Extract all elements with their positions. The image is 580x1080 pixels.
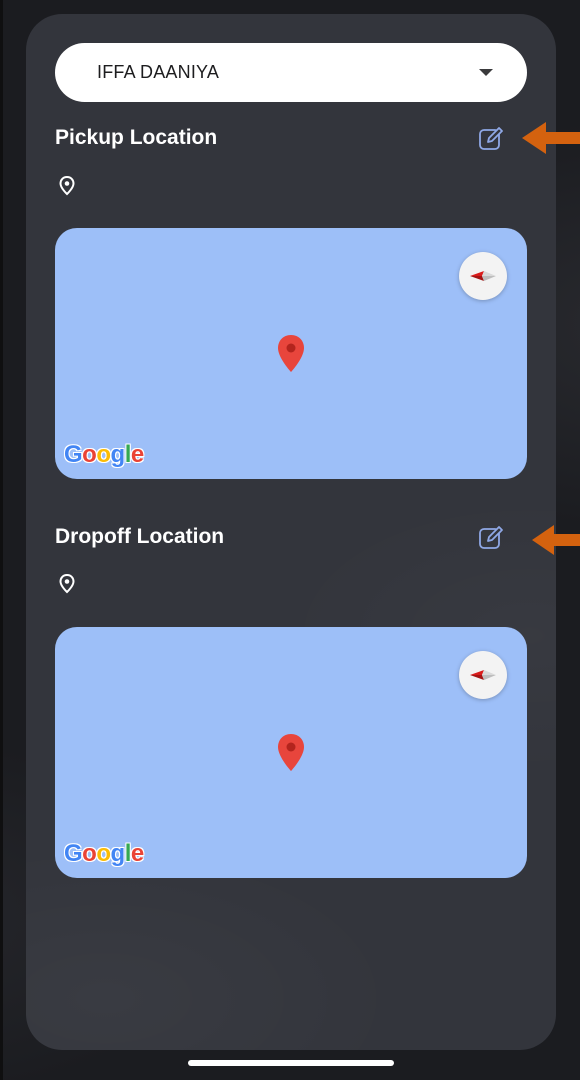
google-logo: Google [64, 840, 144, 867]
map-marker-icon [276, 733, 306, 773]
arrow-left-icon [520, 118, 580, 158]
compass-icon[interactable] [459, 252, 507, 300]
dropoff-edit-icon[interactable] [476, 522, 506, 552]
compass-icon[interactable] [459, 651, 507, 699]
customer-dropdown-value: IFFA DAANIYA [97, 62, 220, 82]
pickup-edit-icon[interactable] [476, 123, 506, 153]
home-indicator[interactable] [188, 1060, 394, 1066]
customer-dropdown[interactable]: IFFA DAANIYA [55, 43, 527, 102]
arrow-left-icon [530, 520, 580, 560]
pickup-map[interactable]: Google [55, 228, 527, 479]
chevron-down-icon [479, 69, 493, 76]
google-logo: Google [64, 441, 144, 468]
location-pin-icon [58, 573, 76, 594]
location-card: IFFA DAANIYA Pickup Location Google Drop… [26, 14, 556, 1050]
dropoff-title: Dropoff Location [55, 525, 225, 548]
frame-edge [0, 0, 3, 1080]
edit-icon [479, 127, 503, 150]
map-marker-icon [276, 334, 306, 374]
pickup-title: Pickup Location [55, 126, 218, 149]
edit-icon [479, 526, 503, 549]
location-pin-icon [58, 175, 76, 196]
dropoff-map[interactable]: Google [55, 627, 527, 878]
